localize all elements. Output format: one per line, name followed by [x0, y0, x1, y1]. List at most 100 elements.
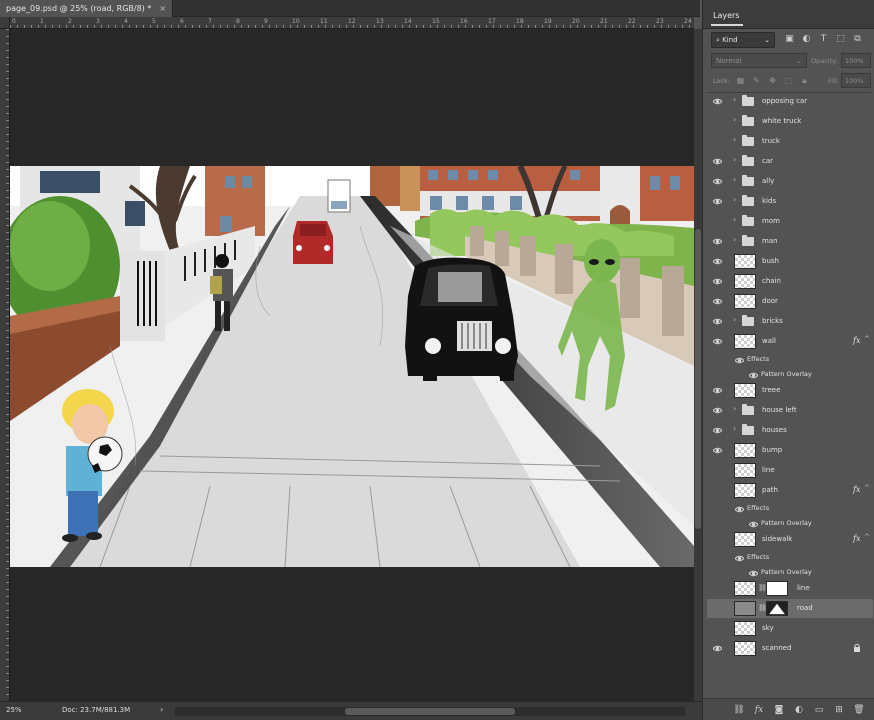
add-mask-icon[interactable]: ◙: [773, 704, 785, 716]
layer-thumbnail[interactable]: [734, 463, 756, 478]
lock-transparent-icon[interactable]: ▦: [735, 75, 746, 86]
layer-effects-icon[interactable]: fx: [853, 336, 860, 345]
layer-thumbnail[interactable]: [734, 621, 756, 636]
expand-chevron-icon[interactable]: ›: [733, 175, 736, 184]
layer-row[interactable]: line: [707, 461, 873, 480]
layer-name[interactable]: ally: [762, 177, 774, 185]
layer-row[interactable]: › houses: [707, 421, 873, 440]
layer-row[interactable]: scanned: [707, 639, 873, 658]
horizontal-ruler[interactable]: 0 1 2 3 4 5 6 7 8 9 10 11 12 13 14 15 16 17 18 19 20 21 22 23 24: [10, 17, 694, 29]
lock-brush-icon[interactable]: ✎: [751, 75, 762, 86]
layer-name[interactable]: line: [762, 466, 775, 474]
visibility-eye-icon[interactable]: [712, 317, 723, 326]
layer-name[interactable]: bricks: [762, 317, 783, 325]
visibility-eye-icon[interactable]: [712, 337, 723, 346]
expand-chevron-icon[interactable]: ›: [733, 215, 736, 224]
delete-layer-icon[interactable]: 🗑︎: [853, 704, 865, 716]
collapse-effects-icon[interactable]: ^: [864, 335, 870, 343]
pixel-filter-icon[interactable]: ▣: [783, 33, 796, 46]
add-layer-style-icon[interactable]: fx: [753, 704, 765, 716]
layer-row[interactable]: › kids: [707, 192, 873, 211]
layer-name[interactable]: houses: [762, 426, 787, 434]
visibility-eye-icon[interactable]: [712, 97, 723, 106]
visibility-eye-icon[interactable]: [748, 520, 759, 528]
layer-row[interactable]: ⛓ line: [707, 579, 873, 598]
vertical-scroll-thumb[interactable]: [695, 229, 701, 529]
visibility-eye-icon[interactable]: [734, 554, 745, 562]
vertical-scrollbar[interactable]: [694, 29, 702, 701]
adjustment-filter-icon[interactable]: ◐: [800, 33, 813, 46]
horizontal-scrollbar[interactable]: [175, 707, 685, 716]
layer-name[interactable]: kids: [762, 197, 776, 205]
lock-artboard-icon[interactable]: ⬚: [783, 75, 794, 86]
layer-row[interactable]: › car: [707, 152, 873, 171]
layer-row[interactable]: path fx ^: [707, 481, 873, 500]
effect-row[interactable]: Pattern Overlay: [707, 516, 873, 531]
visibility-eye-icon[interactable]: [712, 644, 723, 653]
expand-chevron-icon[interactable]: ›: [733, 155, 736, 164]
visibility-eye-icon[interactable]: [712, 177, 723, 186]
layer-name[interactable]: door: [762, 297, 778, 305]
layer-name[interactable]: treee: [762, 386, 780, 394]
link-layers-icon[interactable]: ⛓: [733, 704, 745, 716]
layer-thumbnail[interactable]: [734, 383, 756, 398]
visibility-eye-icon[interactable]: [712, 157, 723, 166]
horizontal-scroll-thumb[interactable]: [345, 708, 515, 715]
layer-row[interactable]: › bricks: [707, 312, 873, 331]
expand-chevron-icon[interactable]: ›: [733, 115, 736, 124]
layer-row[interactable]: › opposing car: [707, 92, 873, 111]
lock-all-icon[interactable]: 🔒︎: [799, 75, 810, 86]
effect-row[interactable]: Pattern Overlay: [707, 367, 873, 382]
expand-chevron-icon[interactable]: ›: [733, 135, 736, 144]
vertical-ruler[interactable]: [0, 29, 10, 701]
lock-move-icon[interactable]: ✥: [767, 75, 778, 86]
smart-object-filter-icon[interactable]: ⧉: [851, 33, 864, 46]
visibility-eye-icon[interactable]: [712, 446, 723, 455]
layer-thumbnail[interactable]: [734, 581, 756, 596]
fill-input[interactable]: 100%: [841, 73, 871, 88]
layer-thumbnail[interactable]: [734, 274, 756, 289]
expand-chevron-icon[interactable]: ›: [733, 95, 736, 104]
visibility-eye-icon[interactable]: [748, 371, 759, 379]
layer-name[interactable]: white truck: [762, 117, 801, 125]
zoom-level[interactable]: 25%: [6, 706, 22, 714]
visibility-eye-icon[interactable]: [712, 257, 723, 266]
layer-thumbnail[interactable]: [734, 641, 756, 656]
layer-thumbnail[interactable]: [734, 483, 756, 498]
layer-name[interactable]: truck: [762, 137, 780, 145]
opacity-input[interactable]: 100%: [841, 53, 871, 68]
visibility-eye-icon[interactable]: [734, 505, 745, 513]
layer-name[interactable]: scanned: [762, 644, 791, 652]
effect-row[interactable]: Pattern Overlay: [707, 565, 873, 580]
visibility-eye-icon[interactable]: [712, 386, 723, 395]
layer-thumbnail[interactable]: [734, 254, 756, 269]
layer-name[interactable]: mom: [762, 217, 780, 225]
close-tab-icon[interactable]: ×: [159, 4, 166, 13]
visibility-eye-icon[interactable]: [734, 356, 745, 364]
layer-name[interactable]: road: [797, 604, 813, 612]
filter-kind-select[interactable]: ⌕ Kind ⌄: [711, 32, 775, 48]
effect-row[interactable]: Effects: [707, 352, 873, 367]
expand-chevron-icon[interactable]: ›: [733, 404, 736, 413]
layer-name[interactable]: bump: [762, 446, 782, 454]
shape-filter-icon[interactable]: ⬚: [834, 33, 847, 46]
layer-row[interactable]: wall fx ^: [707, 332, 873, 351]
layer-name[interactable]: line: [797, 584, 810, 592]
layer-effects-icon[interactable]: fx: [853, 485, 860, 494]
collapse-effects-icon[interactable]: ^: [864, 533, 870, 541]
layer-name[interactable]: man: [762, 237, 778, 245]
layer-row[interactable]: door: [707, 292, 873, 311]
ruler-corner[interactable]: [0, 17, 10, 29]
layer-row[interactable]: chain: [707, 272, 873, 291]
collapse-effects-icon[interactable]: ^: [864, 484, 870, 492]
blend-mode-select[interactable]: Normal ⌄: [711, 53, 807, 68]
layer-row[interactable]: bump: [707, 441, 873, 460]
status-menu-arrow[interactable]: ›: [160, 705, 163, 714]
layer-row[interactable]: › truck: [707, 132, 873, 151]
visibility-eye-icon[interactable]: [712, 297, 723, 306]
new-adjustment-layer-icon[interactable]: ◐: [793, 704, 805, 716]
layer-row[interactable]: › ally: [707, 172, 873, 191]
layer-list[interactable]: › opposing car › white truck › truck › car › ally…: [707, 92, 873, 656]
visibility-eye-icon[interactable]: [712, 237, 723, 246]
layer-thumbnail[interactable]: [734, 601, 756, 616]
